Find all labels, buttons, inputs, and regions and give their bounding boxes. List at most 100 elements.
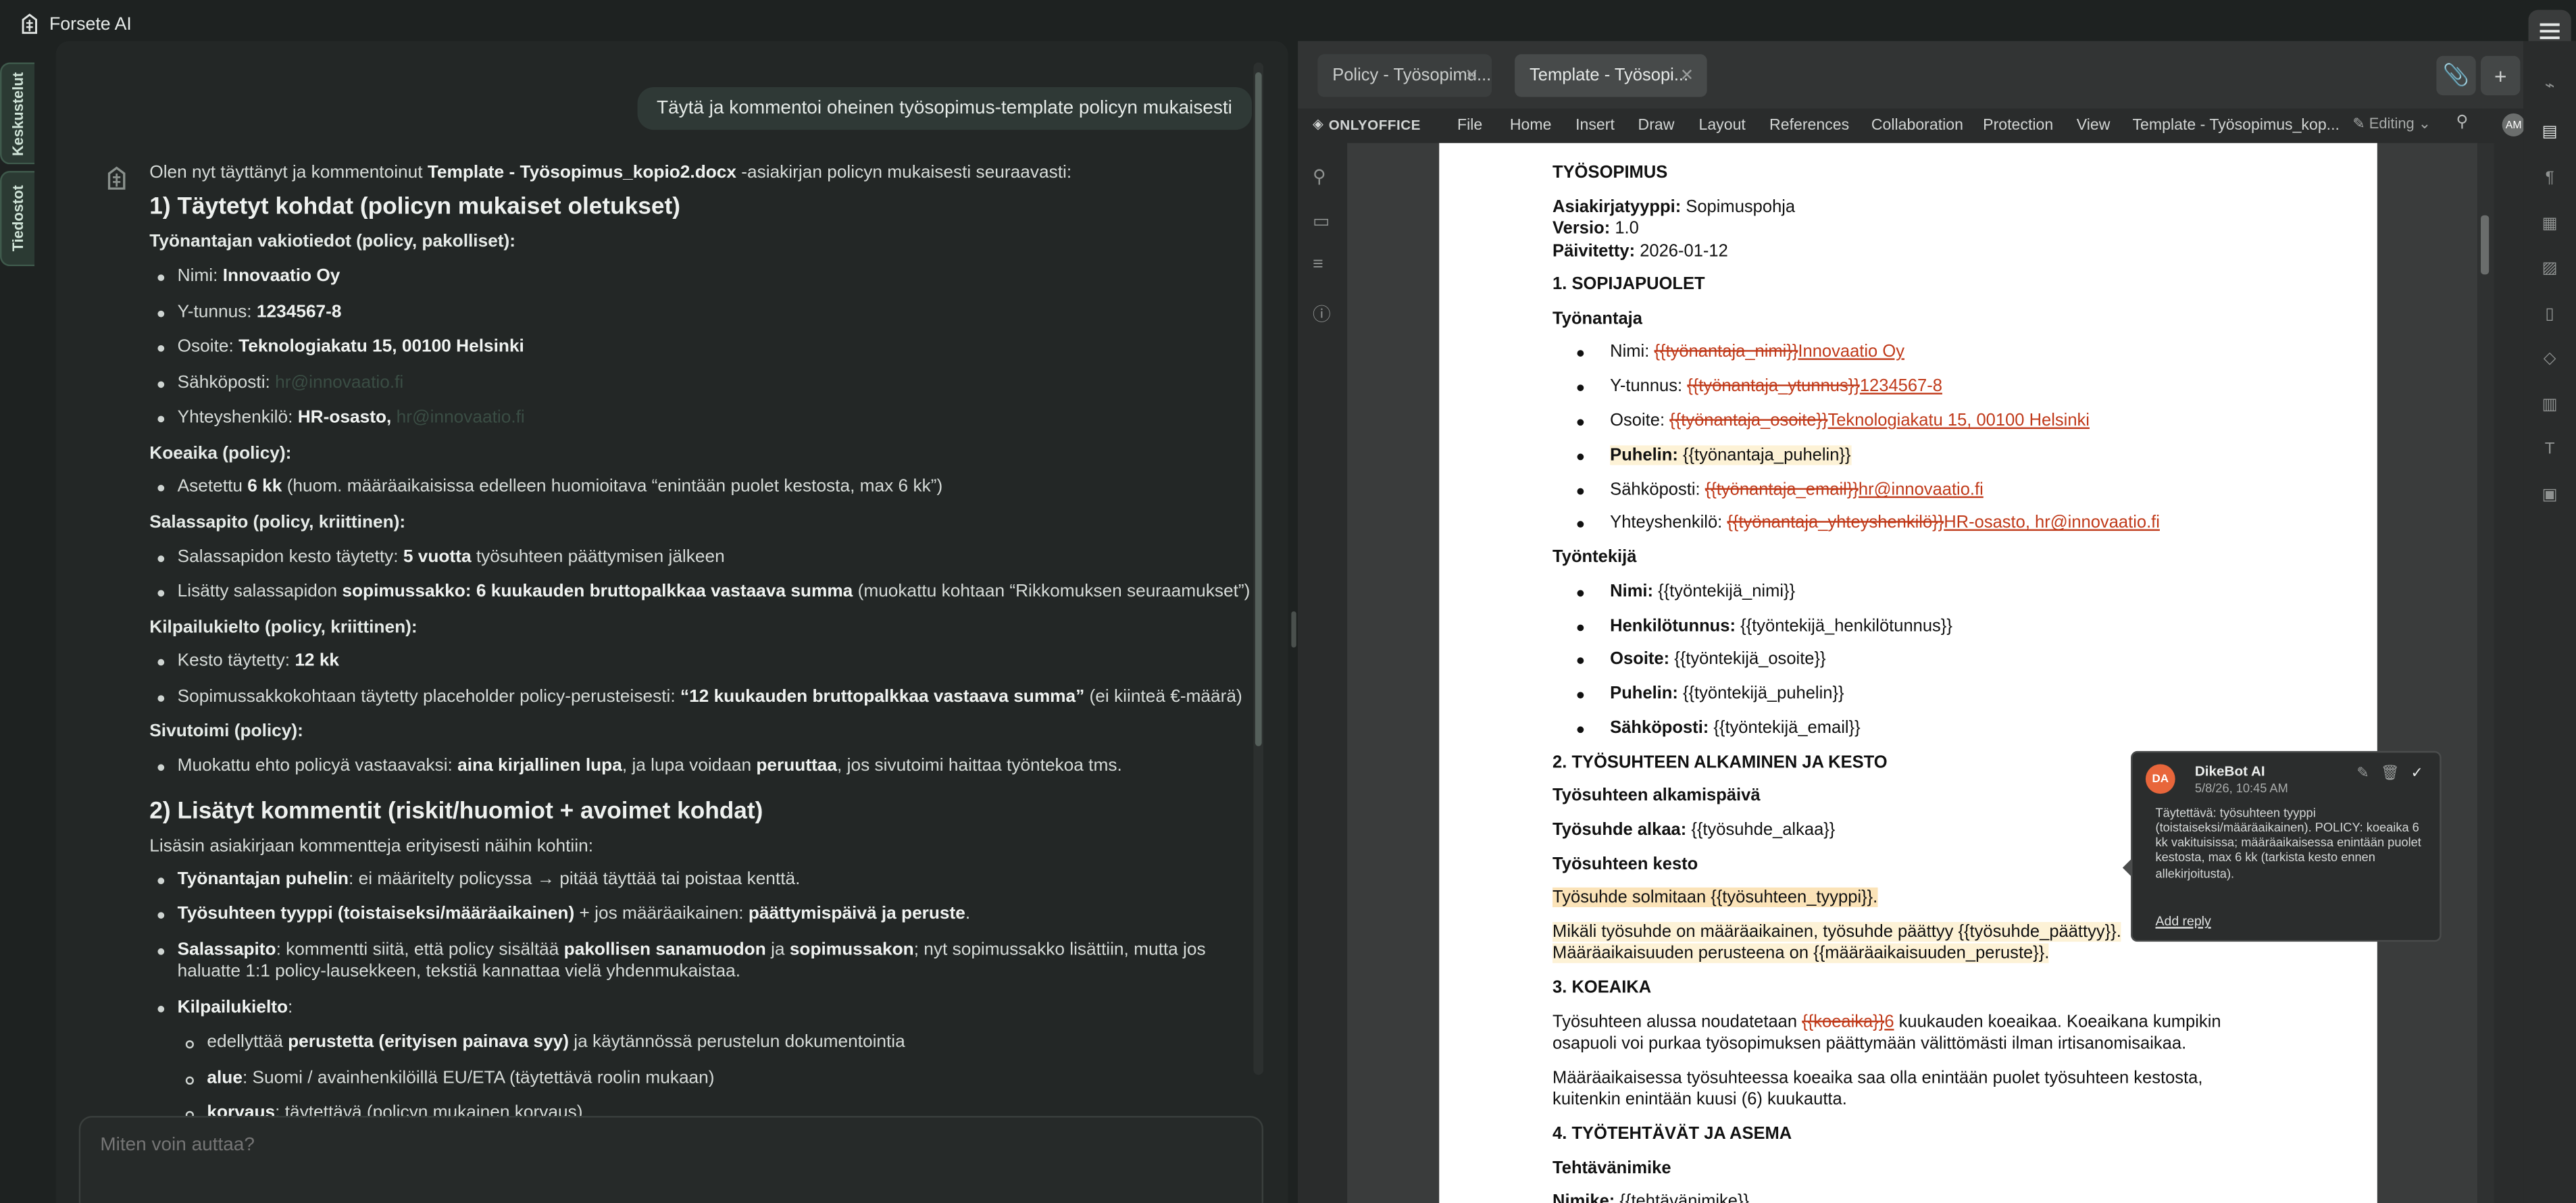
search-icon[interactable]: ⚲: [2456, 113, 2469, 132]
brush-icon[interactable]: ⌁: [2540, 77, 2560, 97]
table-icon[interactable]: ▦: [2540, 215, 2560, 235]
menu-view[interactable]: View: [2077, 117, 2111, 135]
tab-files[interactable]: Tiedostot: [0, 171, 35, 267]
list-item: Työsuhteen tyyppi (toistaiseksi/määräaik…: [149, 904, 1252, 927]
menu-home[interactable]: Home: [1510, 117, 1552, 135]
close-icon[interactable]: ✕: [1680, 67, 1694, 85]
trial-list: Asetettu 6 kk (huom. määräaikaisissa ede…: [149, 477, 1252, 499]
employer-ytunnus-row: Y-tunnus: {{työnantaja_ytunnus}}1234567-…: [1610, 376, 1942, 396]
user-avatar[interactable]: AM: [2502, 113, 2525, 136]
composer[interactable]: [78, 1116, 1264, 1203]
editor-right-rail: ⌁ ▤ ¶ ▦ ▨ ▯ ◇ ▥ T ▣: [2523, 41, 2576, 1203]
trial-line-4: kuitenkin enintään kuusi (6) kuukautta.: [1552, 1090, 1847, 1110]
layers-icon: ◈: [1313, 115, 1324, 132]
new-tab-button[interactable]: +: [2481, 55, 2521, 96]
chart-icon[interactable]: ▥: [2540, 396, 2560, 415]
trial-line-3: Määräaikaisessa työsuhteessa koeaika saa…: [1552, 1068, 2203, 1088]
shape-icon[interactable]: ◇: [2540, 350, 2560, 369]
start-date-row: Työsuhde alkaa: {{työsuhde_alkaa}}: [1552, 820, 1836, 840]
comment-date: 5/8/26, 10:45 AM: [2194, 780, 2288, 796]
heading-start: 2. TYÖSUHTEEN ALKAMINEN JA KESTO: [1552, 752, 1888, 773]
list-item: Työnantajan puhelin: ei määritelty polic…: [149, 869, 1252, 892]
navigation-icon[interactable]: ≡: [1313, 255, 1332, 274]
employer-heading: Työnantajan vakiotiedot (policy, pakolli…: [149, 232, 516, 252]
list-item: Sopimussakkokohtaan täytetty placeholder…: [149, 687, 1252, 709]
employer-list: Nimi: Innovaatio Oy Y-tunnus: 1234567-8 …: [149, 266, 1252, 430]
comment-author-avatar: DA: [2145, 764, 2175, 794]
document-scrollbar[interactable]: [2477, 143, 2494, 1203]
add-reply-link[interactable]: Add reply: [2156, 914, 2211, 929]
list-item: Nimi: Innovaatio Oy: [149, 266, 1252, 288]
user-message: Täytä ja kommentoi oheinen työsopimus-te…: [636, 86, 1253, 130]
header-footer-icon[interactable]: ▯: [2540, 306, 2560, 326]
employer-phone-row: Puhelin: {{työnantaja_puhelin}}: [1610, 445, 1851, 465]
document-canvas[interactable]: TYÖSOPIMUS Asiakirjatyyppi: Sopimuspohja…: [1347, 143, 2478, 1203]
attach-button[interactable]: 📎: [2436, 55, 2476, 96]
document-icon[interactable]: ▤: [2540, 123, 2560, 143]
employee-address-row: Osoite: {{työntekijä_osoite}}: [1610, 649, 1826, 669]
list-item: Yhteyshenkilö: HR-osasto, hr@innovaatio.…: [149, 407, 1252, 430]
menu-file[interactable]: File: [1457, 117, 1482, 135]
chat-messages: Täytä ja kommentoi oheinen työsopimus-te…: [56, 64, 1253, 1117]
list-item: Asetettu 6 kk (huom. määräaikaisissa ede…: [149, 477, 1252, 499]
search-icon[interactable]: ⚲: [1313, 166, 1332, 187]
doc-title: TYÖSOPIMUS: [1552, 162, 1668, 183]
doc-updated: Päivitetty: 2026-01-12: [1552, 241, 1728, 261]
chat-scrollbar[interactable]: [1253, 62, 1264, 1075]
competition-list: Kesto täytetty: 12 kk Sopimussakkokohtaa…: [149, 651, 1252, 709]
document-tabs: Policy - Työsopimu... ✕ Template - Työsop…: [1298, 41, 2524, 109]
paragraph-icon[interactable]: ¶: [2540, 170, 2560, 189]
tab-policy[interactable]: Policy - Työsopimu... ✕: [1317, 54, 1492, 97]
menu-draw[interactable]: Draw: [1638, 117, 1675, 135]
list-item: Salassapidon kesto täytetty: 5 vuotta ty…: [149, 546, 1252, 569]
fixed-term-line-1: Mikäli työsuhde on määräaikainen, työsuh…: [1552, 921, 2121, 942]
competition-heading: Kilpailukielto (policy, kriittinen):: [149, 617, 418, 637]
menu-insert[interactable]: Insert: [1575, 117, 1615, 135]
menu-collaboration[interactable]: Collaboration: [1871, 117, 1963, 135]
trash-icon[interactable]: 🗑: [2381, 764, 2400, 782]
panel-resize-handle[interactable]: [1291, 611, 1296, 648]
edit-icon[interactable]: ✎: [2356, 764, 2369, 782]
email-link[interactable]: hr@innovaatio.fi: [275, 372, 403, 392]
tab-conversations[interactable]: Keskustelut: [0, 62, 35, 165]
tab-template[interactable]: Template - Työsopi... ✕: [1515, 54, 1707, 97]
list-item: Sähköposti: hr@innovaatio.fi: [149, 372, 1252, 394]
duration-line[interactable]: Työsuhde solmitaan {{työsuhteen_tyyppi}}…: [1552, 887, 1878, 908]
signature-icon[interactable]: ▣: [2540, 486, 2560, 506]
resolve-check-icon[interactable]: ✓: [2411, 764, 2423, 782]
side-job-list: Muokattu ehto policyä vastaavaksi: aina …: [149, 757, 1252, 779]
review-comment[interactable]: DA DikeBot AI 5/8/26, 10:45 AM ✎ 🗑 ✓ Täy…: [2122, 750, 2442, 942]
confidentiality-heading: Salassapito (policy, kriittinen):: [149, 512, 406, 532]
subheading-start-date: Työsuhteen alkamispäivä: [1552, 786, 1761, 806]
menu-references[interactable]: References: [1769, 117, 1849, 135]
competition-sublist: edellyttää perustetta (erityisen painava…: [149, 1033, 1252, 1117]
subheading-duration: Työsuhteen kesto: [1552, 854, 1698, 875]
image-icon[interactable]: ▨: [2540, 259, 2560, 279]
info-icon[interactable]: ⓘ: [1313, 301, 1332, 326]
email-link[interactable]: hr@innovaatio.fi: [397, 407, 525, 427]
employee-hetu-row: Henkilötunnus: {{työntekijä_henkilötunnu…: [1610, 616, 1952, 636]
app-logo-icon: [22, 14, 37, 34]
section2-intro: Lisäsin asiakirjaan kommentteja erityise…: [149, 836, 594, 856]
paperclip-icon: 📎: [2442, 62, 2470, 87]
close-icon[interactable]: ✕: [1465, 67, 1478, 85]
comment-body: Täytettävä: työsuhteen tyyppi (toistaise…: [2155, 805, 2421, 881]
editing-mode-dropdown[interactable]: ✎ Editing ⌄: [2352, 115, 2431, 133]
menu-protection[interactable]: Protection: [1983, 117, 2053, 135]
side-job-heading: Sivutoimi (policy):: [149, 721, 303, 742]
list-item: Lisätty salassapidon sopimussakko: 6 kuu…: [149, 582, 1252, 605]
employer-email-row: Sähköposti: {{työnantaja_email}}hr@innov…: [1610, 480, 1984, 500]
fixed-term-line-2: Määräaikaisuuden perusteena on {{määräai…: [1552, 943, 2050, 963]
onlyoffice-logo: ◈ ONLYOFFICE: [1313, 115, 1421, 132]
text-art-icon[interactable]: T: [2540, 440, 2560, 460]
document-page[interactable]: TYÖSOPIMUS Asiakirjatyyppi: Sopimuspohja…: [1439, 143, 2377, 1203]
trial-line-2: osapuoli voi purkaa työsopimuksen päätty…: [1552, 1033, 2187, 1054]
message-input[interactable]: [100, 1135, 1169, 1156]
list-item: Salassapito: kommentti siitä, että polic…: [149, 940, 1252, 984]
editor-toolbar: ◈ ONLYOFFICE File Home Insert Draw Layout…: [1298, 108, 2525, 143]
list-item: Y-tunnus: 1234567-8: [149, 302, 1252, 324]
comment-author: DikeBot AI: [2194, 762, 2265, 779]
trial-line-1: Työsuhteen alussa noudatetaan {{koeaika}…: [1552, 1012, 2221, 1032]
comments-icon[interactable]: ▭: [1313, 210, 1332, 232]
menu-layout[interactable]: Layout: [1698, 117, 1745, 135]
